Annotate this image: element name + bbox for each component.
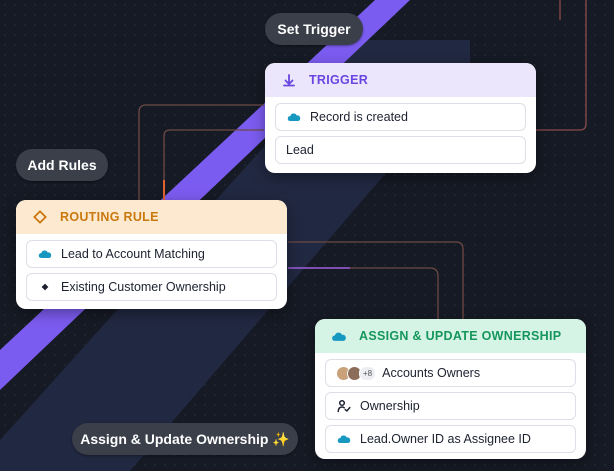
assign-row-label: Ownership bbox=[360, 399, 420, 413]
arrow-down-to-line-icon bbox=[279, 70, 299, 90]
diamond-small-icon bbox=[37, 279, 53, 295]
assign-body: +8 Accounts Owners Ownership Lead.Owner … bbox=[315, 353, 586, 459]
routing-row-existing-customer[interactable]: Existing Customer Ownership bbox=[26, 273, 277, 301]
trigger-header: TRIGGER bbox=[265, 63, 536, 97]
user-check-icon bbox=[336, 398, 352, 414]
routing-title: ROUTING RULE bbox=[60, 210, 159, 224]
connector-top-right bbox=[536, 0, 587, 131]
routing-row-lead-account-matching[interactable]: Lead to Account Matching bbox=[26, 240, 277, 268]
assign-ownership-card[interactable]: ASSIGN & UPDATE OWNERSHIP +8 Accounts Ow… bbox=[315, 319, 586, 459]
trigger-row-lead[interactable]: Lead bbox=[275, 136, 526, 164]
assign-row-accounts-owners[interactable]: +8 Accounts Owners bbox=[325, 359, 576, 387]
trigger-body: Record is created Lead bbox=[265, 97, 536, 173]
workflow-canvas: Set Trigger Add Rules Assign & Update Ow… bbox=[0, 0, 614, 471]
salesforce-cloud-icon bbox=[336, 431, 352, 447]
salesforce-cloud-icon bbox=[37, 246, 53, 262]
assign-title: ASSIGN & UPDATE OWNERSHIP bbox=[359, 329, 562, 343]
avatar-more-badge: +8 bbox=[359, 365, 377, 381]
assign-header: ASSIGN & UPDATE OWNERSHIP bbox=[315, 319, 586, 353]
assign-row-lead-owner-id[interactable]: Lead.Owner ID as Assignee ID bbox=[325, 425, 576, 453]
trigger-row-label: Lead bbox=[286, 143, 314, 157]
routing-body: Lead to Account Matching Existing Custom… bbox=[16, 234, 287, 309]
salesforce-cloud-icon bbox=[329, 326, 349, 346]
trigger-row-label: Record is created bbox=[310, 110, 408, 124]
assign-update-label: Assign & Update Ownership bbox=[80, 431, 269, 447]
salesforce-cloud-icon bbox=[286, 109, 302, 125]
routing-row-label: Existing Customer Ownership bbox=[61, 280, 226, 294]
routing-header: ROUTING RULE bbox=[16, 200, 287, 234]
assign-row-label: Lead.Owner ID as Assignee ID bbox=[360, 432, 531, 446]
trigger-card[interactable]: TRIGGER Record is created Lead bbox=[265, 63, 536, 173]
sparkle-icon: ✨ bbox=[272, 431, 290, 447]
connector-routing-lower bbox=[288, 267, 439, 320]
avatar-group-icon: +8 bbox=[336, 365, 377, 381]
assign-row-ownership[interactable]: Ownership bbox=[325, 392, 576, 420]
set-trigger-button[interactable]: Set Trigger bbox=[265, 13, 363, 45]
routing-rule-card[interactable]: ROUTING RULE Lead to Account Matching Ex… bbox=[16, 200, 287, 309]
assign-row-label: Accounts Owners bbox=[382, 366, 481, 380]
routing-row-label: Lead to Account Matching bbox=[61, 247, 205, 261]
assign-update-ownership-button[interactable]: Assign & Update Ownership ✨ bbox=[72, 423, 298, 455]
add-rules-button[interactable]: Add Rules bbox=[16, 149, 108, 181]
diamond-icon bbox=[30, 207, 50, 227]
trigger-row-record-created[interactable]: Record is created bbox=[275, 103, 526, 131]
trigger-title: TRIGGER bbox=[309, 73, 369, 87]
